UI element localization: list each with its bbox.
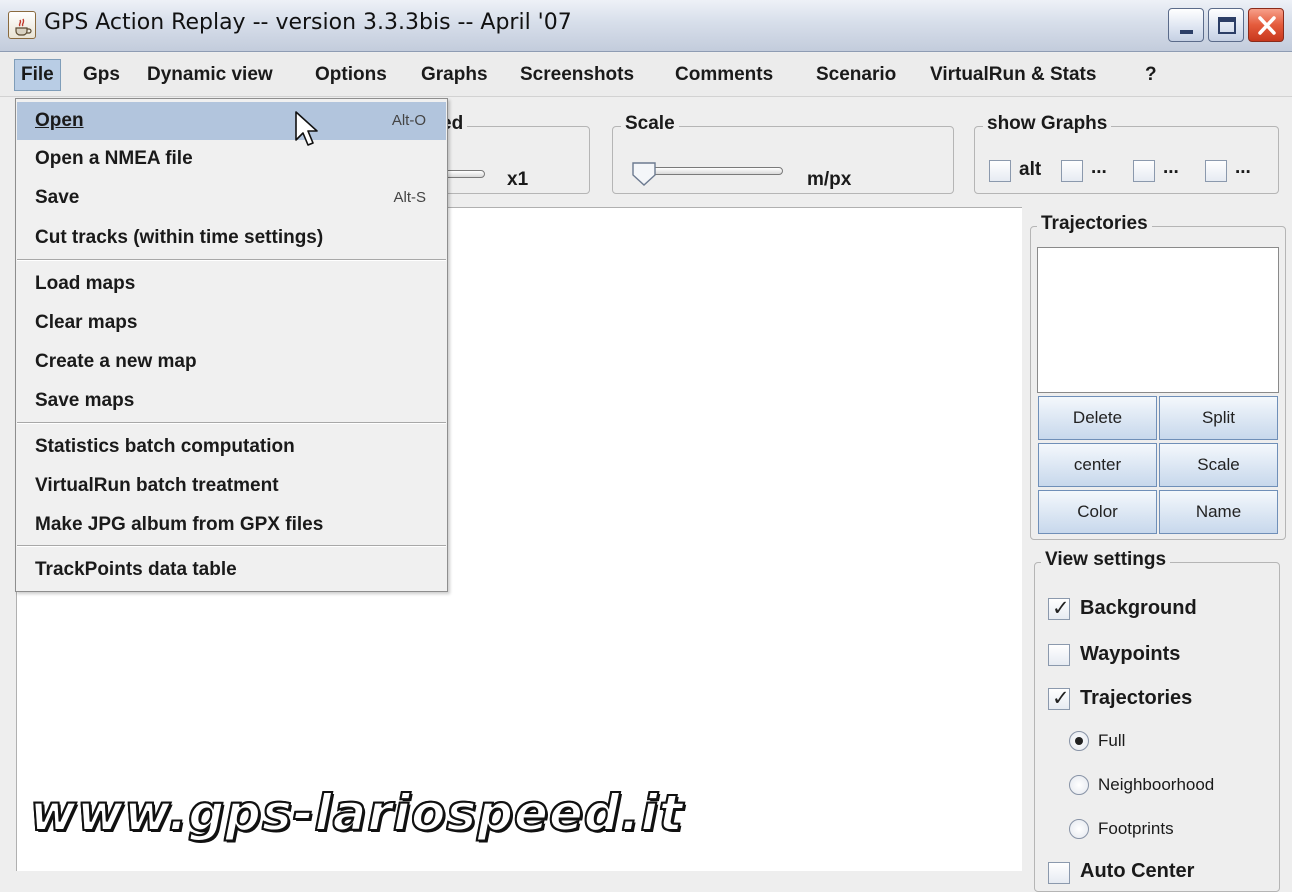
menu-item-load-maps[interactable]: Load maps (17, 265, 446, 303)
graph-4-checkbox[interactable] (1205, 160, 1227, 182)
background-checkbox[interactable]: ✓ (1048, 597, 1070, 620)
split-button[interactable]: Split (1159, 396, 1278, 440)
scale-button[interactable]: Scale (1159, 443, 1278, 487)
mode-neighboorhood-radio[interactable] (1069, 775, 1089, 795)
maximize-icon (1218, 17, 1236, 34)
scale-group: Scale m/px (612, 113, 954, 194)
mode-full-radio[interactable] (1069, 731, 1089, 751)
menu-item-accelerator: Alt-O (391, 112, 426, 129)
trajectories-list[interactable] (1037, 247, 1279, 393)
menu-item-label: TrackPoints data table (35, 559, 237, 580)
menu-bar: File Gps Dynamic view Options Graphs Scr… (0, 53, 1292, 97)
menu-item-label: Cut tracks (within time settings) (35, 227, 324, 248)
menu-graphs[interactable]: Graphs (415, 59, 494, 91)
menu-item-label: Save maps (35, 390, 135, 411)
speed-value: x1 (507, 169, 529, 190)
menu-item-trackpoints-table[interactable]: TrackPoints data table (17, 551, 446, 589)
graph-4-label: ... (1235, 157, 1251, 178)
name-button[interactable]: Name (1159, 490, 1278, 534)
menu-item-label: Save (35, 187, 80, 208)
minimize-button[interactable] (1168, 8, 1204, 42)
view-settings-title: View settings (1041, 549, 1171, 571)
minimize-icon (1180, 30, 1193, 34)
close-button[interactable] (1248, 8, 1284, 42)
menu-item-open[interactable]: Open Alt-O (17, 102, 446, 140)
title-bar[interactable]: GPS Action Replay -- version 3.3.3bis --… (0, 0, 1292, 52)
maximize-button[interactable] (1208, 8, 1244, 42)
menu-options[interactable]: Options (309, 59, 393, 91)
checkmark-icon: ✓ (1052, 597, 1070, 620)
menu-item-create-map[interactable]: Create a new map (17, 343, 446, 381)
menu-item-label: Open (35, 110, 84, 131)
menu-comments[interactable]: Comments (669, 59, 779, 91)
menu-dynamic-view[interactable]: Dynamic view (141, 59, 279, 91)
java-cup-icon (8, 11, 36, 39)
file-menu: Open Alt-O Open a NMEA file Save Alt-S C… (15, 98, 448, 592)
menu-gps[interactable]: Gps (77, 59, 126, 91)
menu-item-label: Make JPG album from GPX files (35, 514, 324, 535)
menu-item-label: Open a NMEA file (35, 148, 193, 169)
menu-item-accelerator: Alt-S (393, 189, 426, 206)
show-graphs-group: show Graphs alt ... ... ... (974, 113, 1279, 194)
checkmark-icon: ✓ (1052, 687, 1070, 710)
menu-separator (17, 259, 446, 261)
waypoints-label: Waypoints (1080, 643, 1181, 665)
close-icon (1258, 16, 1276, 35)
menu-item-label: Create a new map (35, 351, 197, 372)
center-button[interactable]: center (1038, 443, 1157, 487)
graph-alt-checkbox[interactable] (989, 160, 1011, 182)
menu-item-statistics-batch[interactable]: Statistics batch computation (17, 428, 446, 466)
menu-item-clear-maps[interactable]: Clear maps (17, 304, 446, 342)
mode-footprints-label: Footprints (1098, 819, 1174, 838)
menu-file[interactable]: File (14, 59, 61, 91)
menu-item-label: Statistics batch computation (35, 436, 295, 457)
menu-item-label: Clear maps (35, 312, 138, 333)
menu-item-save[interactable]: Save Alt-S (17, 179, 446, 217)
menu-help[interactable]: ? (1139, 59, 1163, 91)
background-label: Background (1080, 597, 1197, 619)
trajectories-view-label: Trajectories (1080, 687, 1193, 709)
scale-unit: m/px (807, 169, 852, 190)
watermark-text: www.gps-lariospeed.it (29, 783, 684, 843)
graph-alt-label: alt (1019, 159, 1042, 180)
menu-separator (17, 422, 446, 424)
delete-button[interactable]: Delete (1038, 396, 1157, 440)
graph-2-label: ... (1091, 157, 1107, 178)
mode-full-label: Full (1098, 731, 1126, 750)
mode-neighboorhood-label: Neighboorhood (1098, 775, 1215, 794)
graph-2-checkbox[interactable] (1061, 160, 1083, 182)
menu-item-label: VirtualRun batch treatment (35, 475, 279, 496)
color-button[interactable]: Color (1038, 490, 1157, 534)
menu-separator (17, 545, 446, 547)
show-graphs-title: show Graphs (983, 113, 1112, 135)
menu-item-label: Load maps (35, 273, 136, 294)
menu-item-virtualrun-batch[interactable]: VirtualRun batch treatment (17, 467, 446, 505)
waypoints-checkbox[interactable] (1048, 644, 1070, 666)
menu-virtualrun-stats[interactable]: VirtualRun & Stats (924, 59, 1102, 91)
trajectories-checkbox[interactable]: ✓ (1048, 687, 1070, 710)
menu-screenshots[interactable]: Screenshots (514, 59, 640, 91)
scale-slider-thumb[interactable] (631, 161, 659, 189)
mode-footprints-radio[interactable] (1069, 819, 1089, 839)
graph-3-label: ... (1163, 157, 1179, 178)
window-title: GPS Action Replay -- version 3.3.3bis --… (44, 10, 572, 35)
trajectories-title: Trajectories (1037, 213, 1152, 235)
auto-center-checkbox[interactable] (1048, 862, 1070, 884)
scale-group-title: Scale (621, 113, 679, 135)
auto-center-label: Auto Center (1080, 860, 1195, 882)
menu-item-jpg-album[interactable]: Make JPG album from GPX files (17, 506, 446, 544)
graph-3-checkbox[interactable] (1133, 160, 1155, 182)
menu-scenario[interactable]: Scenario (810, 59, 902, 91)
menu-item-cut-tracks[interactable]: Cut tracks (within time settings) (17, 219, 446, 257)
menu-item-save-maps[interactable]: Save maps (17, 382, 446, 420)
menu-item-open-nmea[interactable]: Open a NMEA file (17, 140, 446, 178)
mouse-cursor-icon (295, 111, 318, 146)
